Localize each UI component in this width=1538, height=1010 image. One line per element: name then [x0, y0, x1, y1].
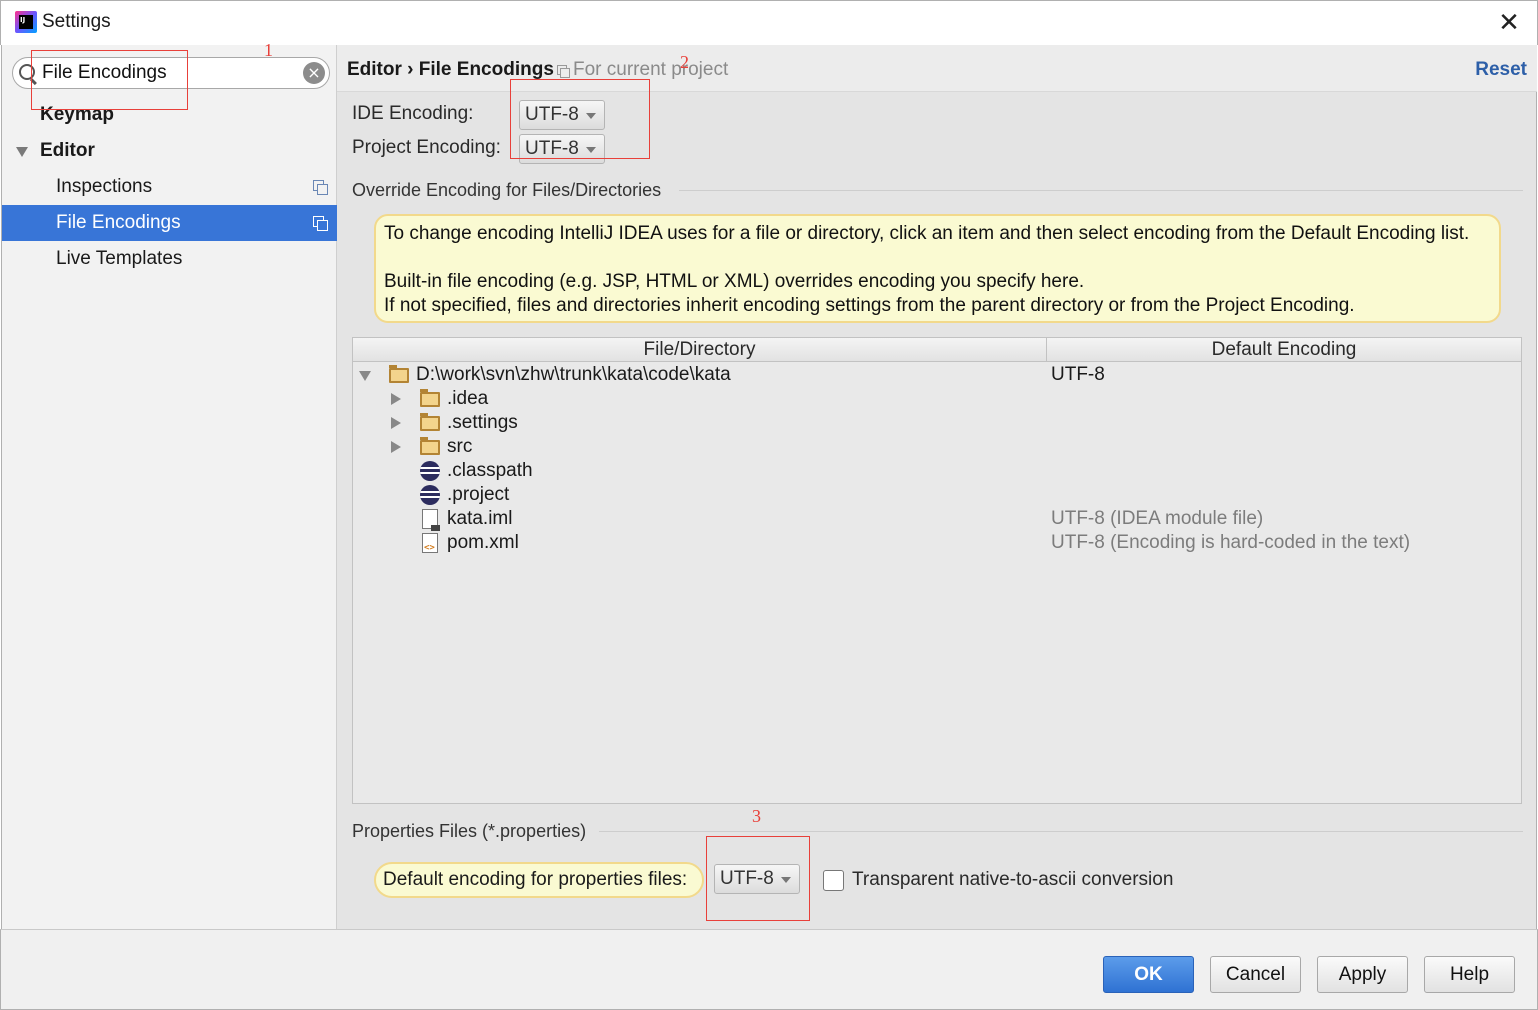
intellij-logo-icon: IJ — [15, 11, 37, 33]
row-name: pom.xml — [447, 532, 519, 553]
info-note: To change encoding IntelliJ IDEA uses fo… — [374, 214, 1501, 323]
window-title: Settings — [42, 11, 111, 32]
properties-section-title: Properties Files (*.properties) — [352, 821, 587, 841]
ok-button[interactable]: OK — [1103, 956, 1194, 993]
properties-default-label: Default encoding for properties files: — [374, 862, 704, 898]
breadcrumb: Editor › File Encodings — [347, 59, 554, 80]
eclipse-icon — [420, 461, 440, 481]
column-header-encoding[interactable]: Default Encoding — [1047, 338, 1521, 362]
project-encoding-label: Project Encoding: — [352, 137, 501, 158]
sidebar-item-inspections[interactable]: Inspections — [2, 169, 337, 205]
annotation-number-1: 1 — [264, 40, 273, 60]
table-row[interactable]: kata.iml UTF-8 (IDEA module file) — [353, 507, 1521, 531]
table-row[interactable]: .project — [353, 483, 1521, 507]
cancel-button[interactable]: Cancel — [1210, 956, 1301, 993]
expand-arrow-icon[interactable] — [391, 417, 401, 429]
folder-icon — [420, 437, 440, 455]
annotation-number-3: 3 — [752, 806, 761, 826]
folder-icon — [389, 365, 409, 383]
annotation-number-2: 2 — [680, 52, 689, 72]
help-button[interactable]: Help — [1424, 956, 1515, 993]
project-scope-icon — [557, 65, 570, 78]
sidebar-item-label: Inspections — [56, 176, 153, 197]
info-line-2: Built-in file encoding (e.g. JSP, HTML o… — [384, 271, 1085, 292]
project-scope-icon — [313, 180, 328, 195]
clear-search-icon[interactable]: × — [303, 62, 325, 84]
ide-encoding-label: IDE Encoding: — [352, 103, 474, 124]
sidebar-item-file-encodings[interactable]: File Encodings — [2, 205, 337, 241]
reset-link[interactable]: Reset — [1475, 59, 1527, 81]
row-encoding[interactable]: UTF-8 — [1051, 363, 1105, 387]
sidebar-item-label: Live Templates — [56, 248, 183, 269]
apply-button[interactable]: Apply — [1317, 956, 1408, 993]
encoding-table[interactable]: File/Directory Default Encoding D:\work\… — [352, 337, 1522, 804]
expand-arrow-icon[interactable] — [16, 147, 28, 157]
row-name: .classpath — [447, 460, 533, 481]
dialog-footer: OK Cancel Apply Help — [0, 929, 1538, 1010]
table-row[interactable]: .classpath — [353, 459, 1521, 483]
folder-icon — [420, 389, 440, 407]
sidebar-item-editor[interactable]: Editor — [2, 133, 337, 169]
row-name: .idea — [447, 388, 489, 409]
xml-file-icon — [422, 533, 438, 560]
project-scope-icon — [313, 216, 328, 231]
expand-arrow-icon[interactable] — [391, 393, 401, 405]
sidebar-item-live-templates[interactable]: Live Templates — [2, 241, 337, 277]
table-row[interactable]: .idea — [353, 387, 1521, 411]
row-name: .project — [447, 484, 510, 505]
row-name: kata.iml — [447, 508, 513, 529]
eclipse-icon — [420, 485, 440, 505]
table-header: File/Directory Default Encoding — [353, 338, 1521, 362]
collapse-arrow-icon[interactable] — [359, 371, 371, 381]
table-row[interactable]: D:\work\svn\zhw\trunk\kata\code\kata UTF… — [353, 363, 1521, 387]
column-header-file[interactable]: File/Directory — [353, 338, 1046, 362]
table-row[interactable]: .settings — [353, 411, 1521, 435]
row-encoding[interactable]: UTF-8 (Encoding is hard-coded in the tex… — [1051, 531, 1410, 555]
close-icon[interactable]: ✕ — [1495, 9, 1523, 37]
title-bar: IJ Settings ✕ — [0, 0, 1538, 45]
info-line-3: If not specified, files and directories … — [384, 295, 1355, 316]
table-row[interactable]: src — [353, 435, 1521, 459]
scope-note: For current project — [573, 59, 729, 80]
divider — [599, 831, 1523, 832]
transparent-conversion-label[interactable]: Transparent native-to-ascii conversion — [852, 869, 1173, 891]
sidebar-item-label: Editor — [40, 140, 95, 161]
settings-sidebar: × Keymap Editor Inspections File Encodin… — [1, 45, 337, 929]
divider — [679, 190, 1523, 191]
folder-icon — [420, 413, 440, 431]
override-section-title: Override Encoding for Files/Directories — [352, 180, 662, 200]
annotation-box-2 — [510, 79, 650, 159]
annotation-box-1 — [31, 50, 188, 110]
sidebar-item-label: File Encodings — [56, 212, 181, 233]
table-row[interactable]: pom.xml UTF-8 (Encoding is hard-coded in… — [353, 531, 1521, 560]
row-name: D:\work\svn\zhw\trunk\kata\code\kata — [416, 364, 731, 385]
row-name: .settings — [447, 412, 518, 433]
settings-content: Editor › File Encodings For current proj… — [337, 45, 1537, 929]
row-name: src — [447, 436, 473, 457]
transparent-conversion-checkbox[interactable] — [823, 870, 844, 891]
info-line-1: To change encoding IntelliJ IDEA uses fo… — [384, 223, 1470, 244]
expand-arrow-icon[interactable] — [391, 441, 401, 453]
iml-file-icon — [422, 509, 440, 531]
row-encoding[interactable]: UTF-8 (IDEA module file) — [1051, 507, 1263, 531]
annotation-box-3 — [706, 836, 810, 921]
